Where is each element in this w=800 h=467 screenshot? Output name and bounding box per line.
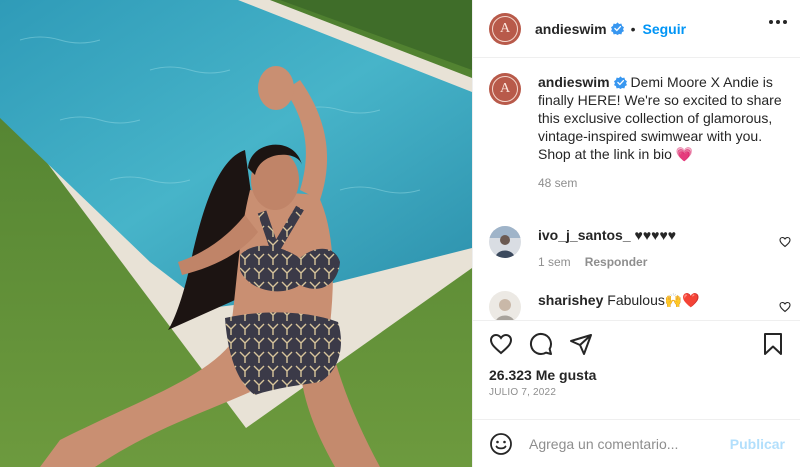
caption-timestamp[interactable]: 48 sem [538, 174, 788, 192]
comment-item: ivo_j_santos_ ♥♥♥♥♥ 1 sem Responder [489, 226, 800, 271]
emoji-icon[interactable] [489, 432, 513, 456]
post-photo [0, 0, 472, 467]
avatar-image [489, 226, 521, 258]
bookmark-icon[interactable] [761, 332, 785, 356]
publish-button[interactable]: Publicar [730, 436, 785, 452]
comment-icon[interactable] [529, 332, 553, 356]
verified-badge-icon [613, 76, 627, 89]
commenter-avatar[interactable] [489, 226, 521, 258]
add-comment-bar: Publicar [473, 419, 800, 467]
comment-text: Fabulous🙌❤️ [607, 292, 700, 308]
comment-text: ♥♥♥♥♥ [634, 227, 677, 243]
comment-item: sharishey Fabulous🙌❤️ [489, 291, 800, 320]
post-date[interactable]: JULIO 7, 2022 [489, 387, 556, 398]
verified-badge-icon [610, 22, 624, 35]
author-avatar[interactable]: A [489, 12, 521, 45]
follow-button[interactable]: Seguir [643, 21, 687, 37]
caption-body: andieswim Demi Moore X Andie is finally … [538, 73, 788, 192]
caption-username[interactable]: andieswim [538, 74, 610, 90]
comments-list[interactable]: A andieswim Demi Moore X Andie is finall… [473, 59, 800, 321]
author-username[interactable]: andieswim [535, 21, 607, 37]
comment-like-heart-icon[interactable] [779, 236, 791, 248]
comment-username[interactable]: sharishey [538, 292, 603, 308]
share-icon[interactable] [569, 332, 593, 356]
likes-count[interactable]: 26.323 Me gusta [489, 367, 596, 383]
separator-dot: • [630, 20, 636, 37]
comment-input[interactable] [529, 435, 722, 452]
avatar-image [489, 291, 521, 320]
reply-button[interactable]: Responder [585, 255, 648, 269]
commenter-avatar[interactable] [489, 291, 521, 320]
post-caption: A andieswim Demi Moore X Andie is finall… [489, 73, 789, 192]
instagram-post: A andieswim • Seguir A andieswim Demi Mo… [0, 0, 800, 467]
heart-icon[interactable] [489, 332, 513, 356]
comment-meta: 1 sem Responder [538, 253, 773, 271]
comment-timestamp[interactable]: 1 sem [538, 255, 571, 269]
caption-author-avatar[interactable]: A [489, 73, 521, 105]
header-user-block: andieswim • Seguir [535, 21, 686, 37]
post-image[interactable] [0, 0, 472, 467]
action-bar [473, 332, 800, 362]
comment-body: sharishey Fabulous🙌❤️ [538, 291, 773, 320]
comment-like-heart-icon[interactable] [779, 301, 791, 313]
avatar-letter: A [492, 76, 518, 102]
comment-username[interactable]: ivo_j_santos_ [538, 227, 631, 243]
avatar-letter: A [492, 15, 518, 42]
more-horizontal-icon[interactable] [769, 20, 787, 24]
post-sidebar: A andieswim • Seguir A andieswim Demi Mo… [472, 0, 800, 467]
comment-body: ivo_j_santos_ ♥♥♥♥♥ 1 sem Responder [538, 226, 773, 271]
post-header: A andieswim • Seguir [473, 0, 800, 58]
